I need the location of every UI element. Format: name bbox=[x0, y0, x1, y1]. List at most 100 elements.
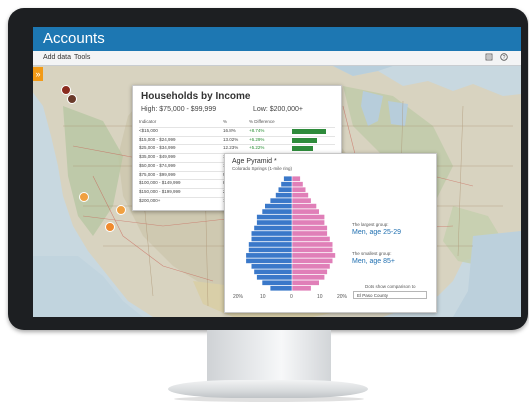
table-cell: +6.29% bbox=[249, 136, 265, 142]
female-age-bar[interactable] bbox=[292, 236, 330, 242]
female-age-bar[interactable] bbox=[292, 214, 325, 220]
male-age-bar[interactable] bbox=[251, 264, 293, 269]
male-age-bar[interactable] bbox=[270, 198, 292, 203]
female-age-bar[interactable] bbox=[292, 176, 301, 182]
axis-tick-label: 20% bbox=[337, 294, 348, 300]
male-age-bar[interactable] bbox=[275, 192, 292, 198]
table-cell: $35,000 - $49,999 bbox=[139, 154, 176, 160]
monitor-base bbox=[168, 380, 368, 398]
add-data-menu[interactable]: Add data bbox=[43, 54, 71, 61]
map-marker-icon[interactable] bbox=[105, 222, 115, 232]
male-age-bar[interactable] bbox=[251, 236, 293, 242]
table-row: $15,000 - $24,999 13.02% +6.29% bbox=[139, 135, 335, 144]
column-header: % Difference bbox=[249, 119, 275, 124]
monitor-stand bbox=[207, 330, 331, 382]
female-age-bar[interactable] bbox=[292, 280, 319, 286]
axis-tick-label: 10 bbox=[317, 294, 323, 300]
male-age-bar[interactable] bbox=[278, 187, 293, 193]
largest-group-value: Men, age 25-29 bbox=[352, 229, 402, 236]
app-title: Accounts bbox=[43, 30, 105, 47]
female-age-bar[interactable] bbox=[292, 187, 306, 193]
male-age-bar[interactable] bbox=[265, 203, 292, 209]
male-age-bar[interactable] bbox=[262, 280, 292, 286]
male-age-bar[interactable] bbox=[256, 220, 292, 225]
income-table-header: Indicator % % Difference bbox=[139, 119, 335, 126]
male-age-bar[interactable] bbox=[248, 247, 292, 253]
bookmark-icon[interactable] bbox=[485, 53, 493, 61]
male-age-bar[interactable] bbox=[254, 269, 292, 275]
income-low: Low: $200,000+ bbox=[253, 106, 304, 113]
table-cell: $15,000 - $24,999 bbox=[139, 136, 176, 142]
table-cell: $75,000 - $99,999 bbox=[139, 171, 176, 177]
income-high: High: $75,000 - $99,999 bbox=[141, 106, 217, 113]
male-age-bar[interactable] bbox=[246, 253, 292, 258]
age-pyramid-panel: Age Pyramid * Colorado Springs (1-mile r… bbox=[224, 153, 437, 313]
female-age-bar[interactable] bbox=[292, 242, 333, 247]
male-age-bar[interactable] bbox=[283, 176, 292, 182]
table-cell: 13.02% bbox=[223, 136, 239, 142]
table-cell: 16.8% bbox=[223, 128, 236, 133]
age-pyramid-chart: 20% 10 0 10 20% bbox=[233, 176, 351, 302]
app-window: Accounts Add data Tools ? » Households b… bbox=[33, 27, 521, 317]
male-age-bar[interactable] bbox=[251, 231, 293, 236]
table-cell: $100,000 - $149,999 bbox=[139, 180, 181, 186]
pyramid-title[interactable]: Age Pyramid * bbox=[232, 158, 277, 165]
male-age-bar[interactable] bbox=[254, 225, 292, 231]
male-age-bar[interactable] bbox=[256, 274, 292, 280]
difference-bar bbox=[292, 146, 314, 152]
male-age-bar[interactable] bbox=[256, 214, 292, 220]
female-age-bar[interactable] bbox=[292, 274, 325, 280]
difference-bar bbox=[292, 137, 318, 143]
female-age-bar[interactable] bbox=[292, 253, 336, 258]
menu-bar: Add data Tools ? bbox=[33, 51, 521, 66]
axis-tick-label: 10 bbox=[260, 294, 266, 300]
help-icon[interactable]: ? bbox=[500, 53, 508, 61]
tools-menu[interactable]: Tools bbox=[74, 54, 90, 61]
male-age-bar[interactable] bbox=[248, 242, 292, 247]
pyramid-subtitle: Colorado Springs (1-mile ring) bbox=[232, 166, 293, 171]
income-panel-title: Households by Income bbox=[141, 91, 251, 102]
female-age-bar[interactable] bbox=[292, 220, 325, 225]
axis-tick-label: 0 bbox=[290, 294, 293, 300]
table-cell: $150,000 - $199,999 bbox=[139, 188, 181, 194]
map-marker-icon[interactable] bbox=[67, 94, 77, 104]
double-chevron-right-icon: » bbox=[35, 69, 41, 79]
male-age-bar[interactable] bbox=[281, 181, 292, 187]
column-header: Indicator bbox=[139, 119, 157, 124]
female-age-bar[interactable] bbox=[292, 209, 319, 214]
female-age-bar[interactable] bbox=[292, 258, 333, 264]
difference-bar bbox=[292, 129, 327, 134]
table-cell: 12.23% bbox=[223, 145, 239, 151]
male-age-bar[interactable] bbox=[262, 209, 292, 214]
axis-tick-label: 20% bbox=[233, 294, 244, 300]
comparison-dropdown[interactable]: El Paso County bbox=[353, 291, 427, 299]
largest-group-label: The largest group: bbox=[352, 222, 389, 227]
female-age-bar[interactable] bbox=[292, 247, 333, 253]
female-age-bar[interactable] bbox=[292, 285, 311, 291]
map-marker-icon[interactable] bbox=[116, 205, 126, 215]
expand-panel-button[interactable]: » bbox=[33, 67, 43, 81]
female-age-bar[interactable] bbox=[292, 192, 309, 198]
table-row: <$15,000 16.8% +8.74% bbox=[139, 127, 335, 135]
smallest-group-label: The smallest group: bbox=[352, 251, 392, 256]
table-row: $25,000 - $34,999 12.23% +5.22% bbox=[139, 144, 335, 152]
table-cell: $200,000+ bbox=[139, 197, 161, 203]
table-cell: +8.74% bbox=[249, 128, 265, 133]
male-age-bar[interactable] bbox=[246, 258, 292, 264]
table-cell: $25,000 - $34,999 bbox=[139, 145, 176, 151]
table-cell: +5.22% bbox=[249, 145, 265, 151]
female-age-bar[interactable] bbox=[292, 198, 311, 203]
female-age-bar[interactable] bbox=[292, 264, 330, 269]
female-age-bar[interactable] bbox=[292, 203, 317, 209]
female-age-bar[interactable] bbox=[292, 225, 328, 231]
female-age-bar[interactable] bbox=[292, 181, 303, 187]
svg-text:?: ? bbox=[503, 55, 506, 61]
female-age-bar[interactable] bbox=[292, 269, 328, 275]
smallest-group-value: Men, age 85+ bbox=[352, 258, 396, 265]
male-age-bar[interactable] bbox=[270, 285, 292, 291]
table-cell: $50,000 - $74,999 bbox=[139, 162, 176, 168]
table-cell: <$15,000 bbox=[139, 128, 158, 133]
column-header: % bbox=[223, 119, 228, 124]
map-marker-icon[interactable] bbox=[79, 192, 89, 202]
female-age-bar[interactable] bbox=[292, 231, 328, 236]
